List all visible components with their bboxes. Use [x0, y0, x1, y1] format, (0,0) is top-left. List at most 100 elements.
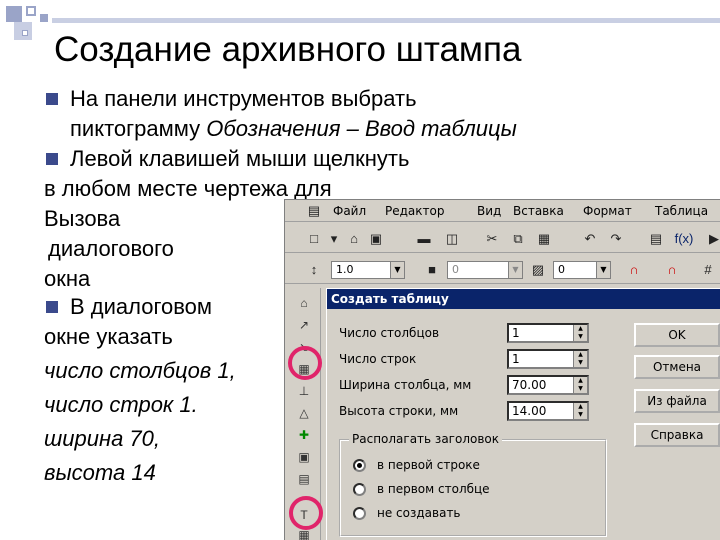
spin-icon[interactable]: ▲ ▼ [573, 377, 587, 393]
column-width-label: Ширина столбца, мм [339, 378, 472, 392]
header-placement-group: Располагать заголовок в первой строке в … [339, 432, 607, 537]
menu-format[interactable]: Формат [583, 204, 632, 218]
style-select[interactable]: 0 ▼ [447, 261, 523, 279]
menu-bar: ▤ Файл Редактор Вид Вставка Формат Табли… [285, 200, 720, 222]
decor-square [22, 30, 28, 36]
bullet-text: В диалоговом [70, 294, 213, 319]
bullet-marker [46, 153, 58, 165]
snap-icon[interactable]: ∩ [663, 261, 681, 279]
slide-title: Создание архивного штампа [54, 30, 522, 69]
properties-toolbar: ↕ 1.0 ▼ ■ 0 ▼ ▨ 0 ▼ ∩ ∩ # [285, 256, 720, 284]
body-line: Вызова [44, 206, 121, 231]
decor-square [26, 6, 36, 16]
menu-file[interactable]: Файл [333, 204, 366, 218]
radio-first-row-label: в первой строке [377, 458, 480, 472]
document-icon: ▤ [307, 203, 321, 218]
chevron-down-icon[interactable]: ▼ [390, 262, 404, 278]
save-icon[interactable]: ▣ [367, 230, 385, 248]
preview-icon[interactable]: ◫ [443, 230, 461, 248]
layer-value: 0 [558, 263, 565, 276]
highlight-ring [288, 346, 322, 380]
fill-icon[interactable]: ■ [423, 261, 441, 279]
radio-none[interactable] [353, 507, 366, 520]
paste-icon[interactable]: ▦ [535, 230, 553, 248]
spin-icon[interactable]: ▲ ▼ [573, 325, 587, 341]
magnet-icon[interactable]: ∩ [625, 261, 643, 279]
from-file-button[interactable]: Из файла [634, 389, 720, 413]
cross-icon[interactable]: ✚ [295, 426, 313, 444]
help-button[interactable]: Справка [634, 423, 720, 447]
redo-icon[interactable]: ↷ [607, 230, 625, 248]
bullet-text: Левой клавишей мыши щелкнуть [70, 146, 410, 171]
line-style-icon[interactable]: ↕ [305, 261, 323, 279]
grid-icon[interactable]: # [699, 261, 717, 279]
text-italic: Обозначения – Ввод таблицы [206, 116, 517, 141]
spin-icon[interactable]: ▲ ▼ [573, 351, 587, 367]
param-line: ширина 70, [44, 426, 161, 451]
chevron-down-icon[interactable]: ▾ [325, 230, 343, 248]
arrow-right-icon[interactable]: ▶ [705, 230, 720, 248]
menu-insert[interactable]: Вставка [513, 204, 564, 218]
cancel-button[interactable]: Отмена [634, 355, 720, 379]
rows-input[interactable]: 1 ▲ ▼ [507, 349, 589, 369]
row-height-value: 14.00 [512, 404, 547, 418]
column-width-input[interactable]: 70.00 ▲ ▼ [507, 375, 589, 395]
radio-first-column-label: в первом столбце [377, 482, 490, 496]
text-icon[interactable]: ▤ [295, 470, 313, 488]
decor-square [6, 6, 22, 22]
create-table-dialog: Создать таблицу Число столбцов 1 ▲ ▼ Число… [326, 288, 720, 540]
line-width-select[interactable]: 1.0 ▼ [331, 261, 405, 279]
standard-toolbar: □ ▾ ⌂ ▣ ▬ ◫ ✂ ⧉ ▦ ↶ ↷ ▤ f(x) ▶ [285, 225, 720, 253]
library-icon[interactable]: ▤ [647, 230, 665, 248]
decor-line [52, 18, 720, 23]
mark-icon[interactable]: △ [295, 404, 313, 422]
columns-label: Число столбцов [339, 326, 440, 340]
open-icon[interactable]: ⌂ [345, 230, 363, 248]
symbol-icon[interactable]: ⌂ [295, 294, 313, 312]
text-plain: пиктограмму [70, 116, 207, 141]
rows-label: Число строк [339, 352, 417, 366]
layer-select[interactable]: 0 ▼ [553, 261, 611, 279]
radio-first-row[interactable] [353, 459, 366, 472]
spin-icon[interactable]: ▲ ▼ [573, 403, 587, 419]
columns-input[interactable]: 1 ▲ ▼ [507, 323, 589, 343]
rows-value: 1 [512, 352, 520, 366]
chevron-down-icon[interactable]: ▼ [596, 262, 610, 278]
chevron-down-icon[interactable]: ▼ [508, 262, 522, 278]
decor-square [40, 14, 48, 22]
bullet-marker [46, 301, 58, 313]
bullet-text-line2: пиктограмму Обозначения – Ввод таблицы [70, 114, 517, 144]
bullet-marker [46, 93, 58, 105]
columns-value: 1 [512, 326, 520, 340]
body-line: окне указать [44, 324, 173, 349]
new-icon[interactable]: □ [305, 230, 323, 248]
param-line: число столбцов 1, [44, 358, 236, 383]
fx-icon[interactable]: f(x) [671, 230, 697, 248]
leader-icon[interactable]: ↗ [295, 316, 313, 334]
menu-view[interactable]: Вид [477, 204, 501, 218]
copy-icon[interactable]: ⧉ [509, 230, 527, 248]
app-screenshot: ▤ Файл Редактор Вид Вставка Формат Табли… [284, 199, 720, 540]
row-height-label: Высота строки, мм [339, 404, 459, 418]
bullet-text: На панели инструментов выбрать [70, 86, 417, 111]
param-line: высота 14 [44, 460, 156, 485]
radio-first-column[interactable] [353, 483, 366, 496]
print-icon[interactable]: ▬ [415, 230, 433, 248]
cut-icon[interactable]: ✂ [483, 230, 501, 248]
dialog-title: Создать таблицу [327, 289, 720, 309]
undo-icon[interactable]: ↶ [581, 230, 599, 248]
position-icon[interactable]: ⊥ [295, 382, 313, 400]
body-line: диалогового [48, 236, 174, 261]
param-line: число строк 1. [44, 392, 198, 417]
line-width-value: 1.0 [336, 263, 354, 276]
highlight-ring [289, 496, 323, 530]
hatch-icon[interactable]: ▨ [529, 261, 547, 279]
ok-button[interactable]: OK [634, 323, 720, 347]
body-line: окна [44, 266, 91, 291]
base-icon[interactable]: ▣ [295, 448, 313, 466]
menu-edit[interactable]: Редактор [385, 204, 444, 218]
group-title: Располагать заголовок [349, 432, 502, 446]
menu-table[interactable]: Таблица [655, 204, 708, 218]
style-value: 0 [452, 263, 459, 276]
row-height-input[interactable]: 14.00 ▲ ▼ [507, 401, 589, 421]
